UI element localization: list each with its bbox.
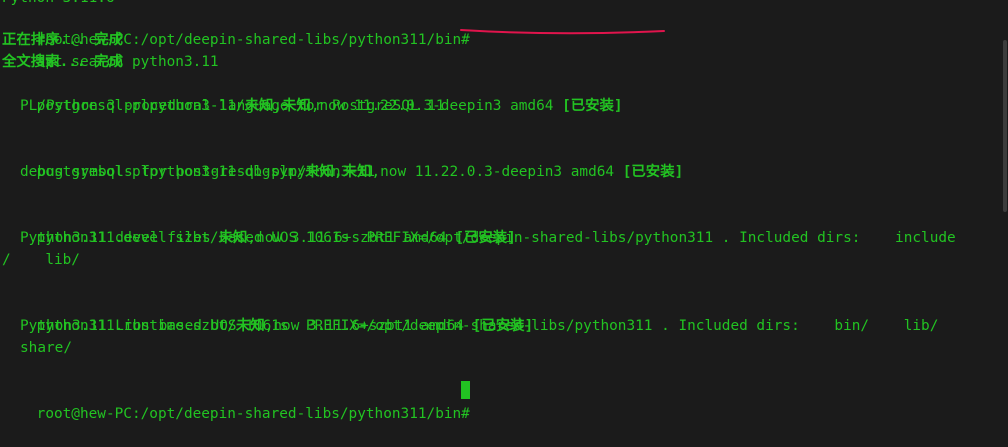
installed-tag: [已安装] (562, 98, 623, 114)
package-description-wrap: / lib/ (2, 252, 80, 268)
package-entry: postgresql-plpython3-11-dbgsym/未知,未知,now… (2, 139, 684, 180)
installed-tag: [已安装] (622, 164, 684, 180)
package-entry: python311.runtime.szbt/未知,now 3.11.6+szb… (2, 293, 534, 334)
package-version-arch: ,now 11.22.0.3-deepin3 amd64 (371, 164, 623, 180)
scrollbar-track[interactable] (1002, 0, 1008, 414)
command-line: root@hew-PC:/opt/deepin-shared-libs/pyth… (2, 7, 470, 70)
package-description-wrap: share/ (20, 340, 72, 356)
status-sorting: 正在排序... 完成 (2, 32, 123, 48)
scrollbar-thumb[interactable] (1003, 40, 1007, 212)
text-cursor (461, 381, 470, 399)
package-description: PL/Python 3 procedural language for Post… (20, 98, 445, 114)
terminal-window[interactable]: Python 3.11.6 root@hew-PC:/opt/deepin-sh… (0, 0, 1008, 422)
package-entry: python311.devel.szbt/未知,now 3.11.6+szbt1… (2, 205, 516, 246)
package-description: Python3.11 devel files based UOS 1061s P… (20, 230, 956, 246)
final-prompt-line[interactable]: root@hew-PC:/opt/deepin-shared-libs/pyth… (2, 381, 470, 422)
shell-prompt: root@hew-PC:/opt/deepin-shared-libs/pyth… (36, 406, 470, 422)
red-underline-annotation (460, 29, 665, 35)
package-description: debug symbols for postgresql-plpython3-1… (20, 164, 376, 180)
package-entry: postgresql-plpython3-11/未知,未知,now 11.22.… (2, 73, 623, 114)
status-fulltext-search: 全文搜索... 完成 (2, 54, 123, 70)
package-description: Python3.11 Libs based UOS 1061s PREFIX=/… (20, 318, 939, 334)
